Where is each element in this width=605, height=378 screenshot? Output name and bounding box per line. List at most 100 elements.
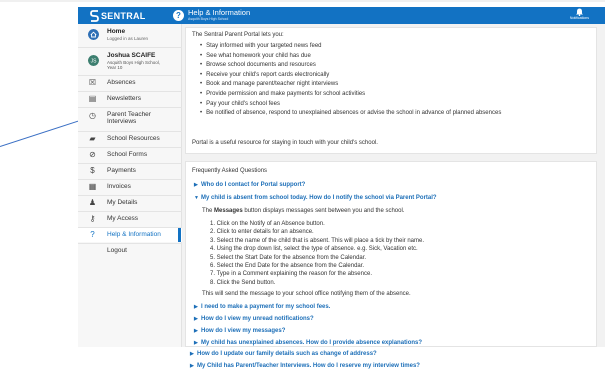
chevron-right-icon: ▶ bbox=[194, 340, 198, 346]
list-item: 2. Click to enter details for an absence… bbox=[210, 229, 314, 236]
faq-question-text: My child is absent from school today. Ho… bbox=[201, 195, 437, 201]
active-indicator bbox=[178, 228, 181, 242]
sidebar-item-home[interactable]: Home Logged in as Lauren bbox=[78, 24, 182, 46]
page-heading: ? Help & Information Asquith Boys High S… bbox=[173, 9, 250, 21]
top-divider bbox=[0, 0, 605, 2]
faq-question-unexplained-absences[interactable]: ▶ My child has unexplained absences. How … bbox=[194, 340, 422, 346]
sidebar-item-label: School Forms bbox=[107, 151, 148, 158]
faq-question-interview-times[interactable]: ▶ My Child has Parent/Teacher Interviews.… bbox=[190, 363, 420, 369]
annotation-pointer-line bbox=[0, 118, 86, 147]
sidebar-item-invoices[interactable]: ▦ Invoices bbox=[78, 180, 182, 194]
list-item: Provide permission and make payments for… bbox=[200, 90, 501, 100]
chevron-right-icon: ▶ bbox=[194, 304, 198, 310]
sidebar-student-profile[interactable]: JS Joshua SCAIFE Asquith Boys High Schoo… bbox=[78, 48, 182, 74]
list-item: 3. Select the name of the child that is … bbox=[210, 237, 424, 244]
faq-question-portal-support[interactable]: ▶ Who do I contact for Portal support? bbox=[194, 182, 305, 188]
help-icon: ? bbox=[173, 9, 184, 21]
student-name: Joshua SCAIFE bbox=[107, 52, 156, 59]
sidebar-item-school-forms[interactable]: ⊘ School Forms bbox=[78, 148, 182, 162]
student-year: Year 10 bbox=[107, 65, 123, 70]
answer-bold-term: Messages bbox=[214, 208, 243, 214]
faq-question-notifications[interactable]: ▶ How do I view my unread notifications? bbox=[194, 316, 314, 322]
faq-question-payment[interactable]: ▶ I need to make a payment for my school … bbox=[194, 304, 330, 310]
logo-text: SENTRAL bbox=[101, 10, 146, 21]
notifications-label: Notifications bbox=[569, 16, 589, 20]
faq-question-text: How do I update our family details such … bbox=[197, 351, 377, 357]
invoice-icon: ▦ bbox=[88, 182, 97, 191]
dollar-icon: $ bbox=[90, 166, 95, 175]
sidebar-item-label: Help & Information bbox=[107, 231, 161, 238]
list-item: Book and manage parent/teacher night int… bbox=[200, 80, 501, 90]
sidebar-item-help-information[interactable]: ? Help & Information bbox=[78, 228, 182, 242]
main-content: The Sentral Parent Portal lets you: Stay… bbox=[182, 24, 605, 347]
sidebar-item-my-access[interactable]: ⚷ My Access bbox=[78, 212, 182, 226]
list-item: See what homework your child has due bbox=[200, 52, 501, 62]
list-item: Receive your child's report cards electr… bbox=[200, 71, 501, 81]
forms-icon: ⊘ bbox=[89, 150, 96, 159]
logged-in-as: Logged in as Lauren bbox=[107, 36, 149, 41]
chevron-right-icon: ▶ bbox=[194, 328, 198, 334]
home-title: Home bbox=[107, 28, 126, 35]
sidebar-item-payments[interactable]: $ Payments bbox=[78, 164, 182, 178]
faq-question-text: I need to make a payment for my school f… bbox=[201, 304, 331, 310]
sidebar-item-label: Logout bbox=[107, 247, 127, 254]
newsletter-icon: ▤ bbox=[88, 94, 97, 103]
sidebar-item-logout[interactable]: Logout bbox=[78, 244, 182, 258]
sidebar-item-label: My Details bbox=[107, 199, 138, 206]
answer-text: button displays messages sent between yo… bbox=[242, 208, 405, 214]
outro-text: Portal is a useful resource for staying … bbox=[192, 140, 378, 146]
home-avatar-icon bbox=[88, 29, 99, 40]
sentral-logo-icon bbox=[90, 9, 99, 22]
chevron-right-icon: ▶ bbox=[194, 316, 198, 322]
faq-answer-closing: This will send the message to your schoo… bbox=[202, 291, 411, 297]
chevron-right-icon: ▶ bbox=[190, 351, 194, 357]
sidebar-item-label: Parent Teacher bbox=[107, 111, 151, 118]
sidebar-item-absences[interactable]: ☒ Absences bbox=[78, 76, 182, 90]
features-list: Stay informed with your targeted news fe… bbox=[200, 42, 501, 119]
portal-intro-card: The Sentral Parent Portal lets you: Stay… bbox=[185, 27, 597, 154]
faq-question-messages[interactable]: ▶ How do I view my messages? bbox=[194, 328, 285, 334]
faq-question-text: Who do I contact for Portal support? bbox=[201, 182, 306, 188]
page-root: { "colors": { "header_bg": "#1272c3", "l… bbox=[0, 0, 605, 378]
sidebar-item-label: My Access bbox=[107, 215, 139, 222]
list-item: 6. Select the End Date for the absence f… bbox=[210, 262, 365, 269]
question-icon: ? bbox=[90, 230, 95, 239]
folder-icon: ▰ bbox=[89, 134, 96, 143]
bell-icon bbox=[575, 8, 583, 16]
sidebar-item-label: Absences bbox=[107, 79, 136, 86]
sentral-logo[interactable]: SENTRAL bbox=[90, 9, 146, 22]
faq-question-family-details[interactable]: ▶ How do I update our family details such… bbox=[190, 351, 377, 357]
list-item: 4. Using the drop down list, select the … bbox=[210, 246, 418, 253]
faq-card: Frequently Asked Questions ▶ Who do I con… bbox=[185, 161, 597, 347]
person-icon: ♟ bbox=[88, 198, 97, 207]
sidebar-item-newsletters[interactable]: ▤ Newsletters bbox=[78, 92, 182, 106]
sidebar-item-label: Interviews bbox=[107, 118, 137, 125]
faq-question-notify-absence[interactable]: ▼ My child is absent from school today. H… bbox=[194, 195, 437, 201]
school-name: Asquith Boys High School bbox=[188, 17, 229, 21]
list-item: Stay informed with your targeted news fe… bbox=[200, 42, 501, 52]
intro-text: The Sentral Parent Portal lets you: bbox=[192, 32, 284, 38]
faq-question-text: My Child has Parent/Teacher Interviews. … bbox=[197, 363, 420, 369]
list-item: Pay your child's school fees bbox=[200, 100, 501, 110]
top-header-bar: SENTRAL ? Help & Information Asquith Boy… bbox=[78, 7, 605, 24]
sidebar-item-parent-teacher-interviews[interactable]: ◷ Parent Teacher Interviews bbox=[78, 108, 182, 130]
faq-question-text: How do I view my unread notifications? bbox=[201, 316, 314, 322]
absences-icon: ☒ bbox=[88, 78, 97, 87]
absence-steps-list: 1. Click on the Notify of an Absence but… bbox=[210, 220, 424, 287]
sidebar-item-label: School Resources bbox=[107, 135, 160, 142]
svg-text:JS: JS bbox=[91, 58, 98, 64]
notifications-button[interactable]: Notifications bbox=[570, 8, 589, 21]
list-item: Browse school documents and resources bbox=[200, 61, 501, 71]
sidebar-item-my-details[interactable]: ♟ My Details bbox=[78, 196, 182, 210]
faq-title: Frequently Asked Questions bbox=[192, 168, 268, 174]
chevron-right-icon: ▶ bbox=[190, 363, 194, 369]
answer-text: The bbox=[202, 208, 215, 214]
chevron-down-icon: ▼ bbox=[194, 195, 199, 201]
key-icon: ⚷ bbox=[89, 214, 96, 223]
faq-answer-intro: The Messages button displays messages se… bbox=[202, 208, 404, 214]
sidebar-item-label: Invoices bbox=[107, 183, 131, 190]
sidebar-item-school-resources[interactable]: ▰ School Resources bbox=[78, 132, 182, 146]
sidebar-item-label: Newsletters bbox=[107, 95, 141, 102]
page-title: Help & Information bbox=[188, 8, 251, 17]
chevron-right-icon: ▶ bbox=[194, 182, 198, 188]
